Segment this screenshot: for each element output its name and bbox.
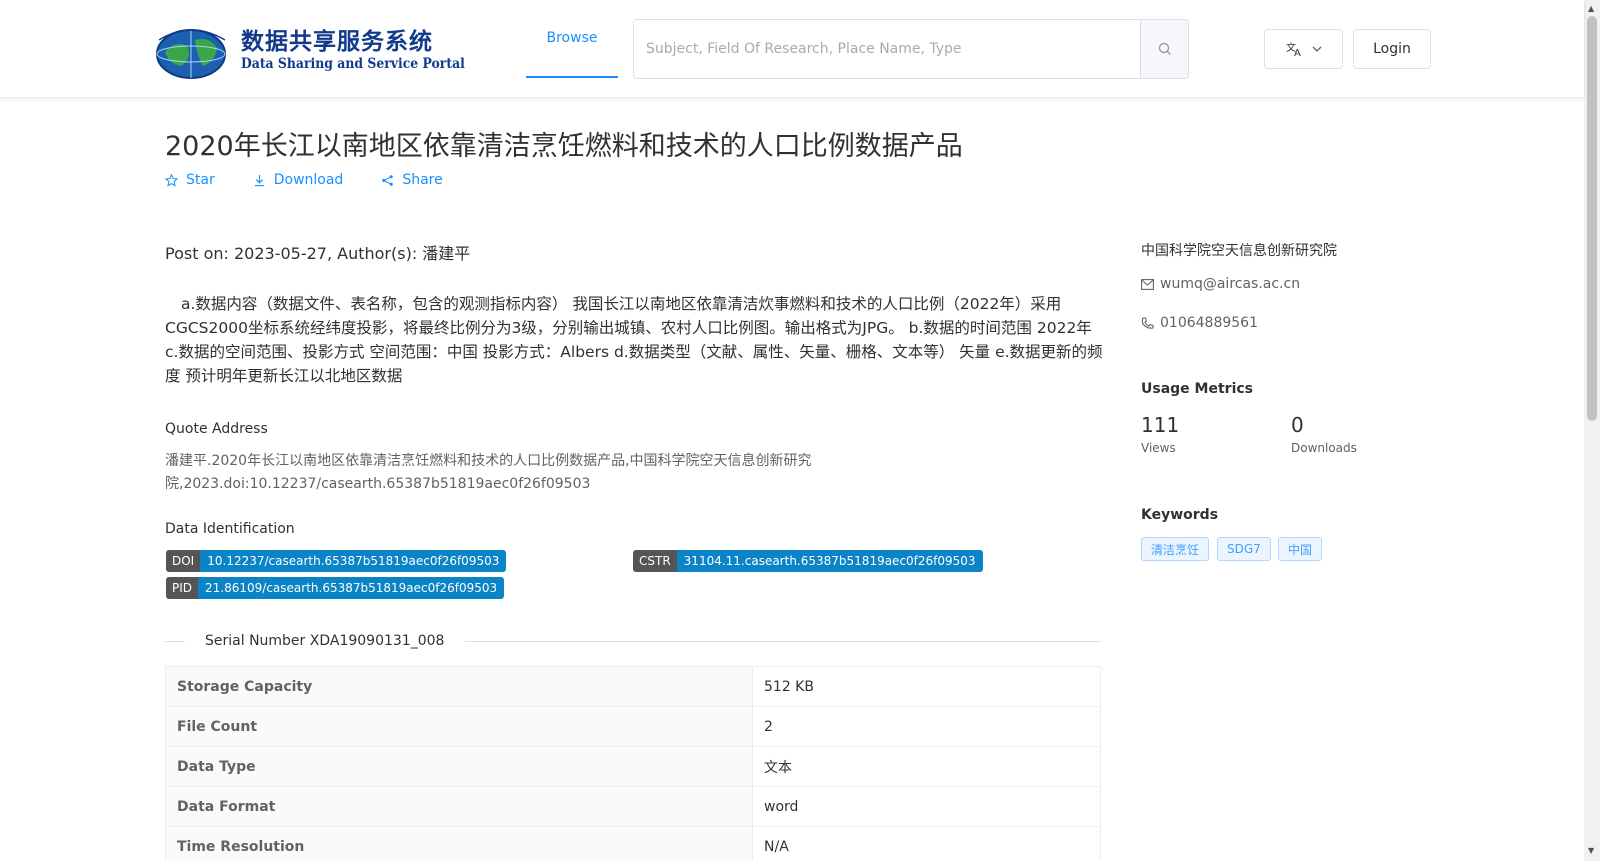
- pid-badge-value: 21.86109/casearth.65387b51819aec0f26f095…: [198, 577, 505, 599]
- property-key: Data Type: [165, 746, 753, 787]
- table-row: Data Format word: [165, 786, 1101, 827]
- keyword-tag[interactable]: SDG7: [1217, 537, 1271, 561]
- star-button[interactable]: Star: [165, 172, 215, 188]
- cstr-badge-value: 31104.11.casearth.65387b51819aec0f26f095…: [676, 550, 983, 572]
- star-icon: [165, 173, 178, 187]
- download-icon: [254, 174, 264, 186]
- property-value: N/A: [752, 826, 1101, 861]
- logo-chinese-text: 数据共享服务系统: [241, 29, 433, 55]
- scroll-up-arrow-icon[interactable]: ▲: [1588, 4, 1594, 13]
- scroll-down-arrow-icon[interactable]: ▼: [1588, 846, 1594, 855]
- usage-metrics-heading: Usage Metrics: [1141, 381, 1253, 397]
- email-text: wumq@aircas.ac.cn: [1160, 276, 1301, 292]
- search-bar: [633, 19, 1189, 79]
- doi-badge[interactable]: DOI 10.12237/casearth.65387b51819aec0f26…: [166, 550, 507, 572]
- table-row: Data Type 文本: [165, 746, 1101, 787]
- dataset-description: a.数据内容（数据文件、表名称，包含的观测指标内容） 我国长江以南地区依靠清洁炊…: [165, 295, 1103, 385]
- table-row: Time Resolution N/A: [165, 826, 1101, 861]
- views-count: 111: [1141, 413, 1180, 437]
- property-key: Time Resolution: [165, 826, 753, 861]
- dataset-title: 2020年长江以南地区依靠清洁烹饪燃料和技术的人口比例数据产品: [165, 131, 963, 162]
- divider-line-right: [465, 641, 1101, 642]
- post-info: Post on: 2023-05-27, Author(s): 潘建平: [165, 244, 471, 263]
- mail-icon: [1141, 278, 1154, 290]
- pid-badge[interactable]: PID 21.86109/casearth.65387b51819aec0f26…: [166, 577, 505, 599]
- share-icon: [382, 174, 394, 186]
- top-header: 数据共享服务系统 Data Sharing and Service Portal…: [0, 0, 1584, 98]
- keyword-tag[interactable]: 中国: [1278, 537, 1323, 561]
- property-value: 2: [752, 706, 1101, 747]
- phone-text: 01064889561: [1160, 315, 1258, 331]
- divider-line-left: [165, 641, 185, 642]
- property-value: 文本: [752, 746, 1101, 787]
- login-button[interactable]: Login: [1353, 29, 1431, 69]
- download-button[interactable]: Download: [253, 172, 344, 188]
- data-identification-heading: Data Identification: [165, 521, 295, 537]
- contact-email[interactable]: wumq@aircas.ac.cn: [1141, 276, 1300, 292]
- search-button[interactable]: [1140, 20, 1188, 78]
- share-label: Share: [402, 172, 443, 188]
- organization-name: 中国科学院空天信息创新研究院: [1141, 243, 1337, 259]
- property-value: 512 KB: [752, 666, 1101, 707]
- table-row: File Count 2: [165, 706, 1101, 747]
- pid-badge-key: PID: [166, 577, 199, 599]
- site-logo[interactable]: 数据共享服务系统 Data Sharing and Service Portal: [153, 18, 465, 80]
- logo-english-text: Data Sharing and Service Portal: [241, 56, 465, 72]
- views-metric: 111 Views: [1141, 413, 1179, 455]
- keywords-heading: Keywords: [1141, 507, 1219, 523]
- contact-phone: 01064889561: [1141, 315, 1258, 331]
- doi-badge-key: DOI: [166, 550, 201, 572]
- page-scrollbar[interactable]: ▲ ▼: [1584, 0, 1600, 861]
- chevron-down-icon: [1312, 46, 1321, 52]
- share-button[interactable]: Share: [381, 172, 443, 188]
- downloads-count: 0: [1291, 413, 1304, 437]
- page: 数据共享服务系统 Data Sharing and Service Portal…: [0, 0, 1600, 861]
- globe-logo-icon: [156, 29, 226, 79]
- dataset-actions: Star Download Share: [165, 172, 443, 188]
- views-label: Views: [1141, 441, 1176, 455]
- serial-number: Serial Number XDA19090131_008: [205, 633, 445, 649]
- cstr-badge-key: CSTR: [633, 550, 677, 572]
- keyword-tag[interactable]: 清洁烹饪: [1141, 537, 1210, 561]
- serial-number-divider: Serial Number XDA19090131_008: [165, 633, 1101, 649]
- scroll-thumb[interactable]: [1587, 16, 1597, 421]
- quote-address-heading: Quote Address: [165, 421, 268, 437]
- table-row: Storage Capacity 512 KB: [165, 666, 1101, 707]
- dataset-properties-table: Storage Capacity 512 KB File Count 2 Dat…: [165, 666, 1101, 861]
- property-key: Data Format: [165, 786, 753, 827]
- search-icon: [1158, 42, 1171, 55]
- cstr-badge[interactable]: CSTR 31104.11.casearth.65387b51819aec0f2…: [633, 550, 983, 572]
- language-switcher[interactable]: 文 A: [1264, 29, 1343, 69]
- nav-browse[interactable]: Browse: [526, 0, 618, 78]
- downloads-label: Downloads: [1291, 441, 1357, 455]
- property-key: File Count: [165, 706, 753, 747]
- property-value: word: [752, 786, 1101, 827]
- doi-badge-value: 10.12237/casearth.65387b51819aec0f26f095…: [200, 550, 507, 572]
- phone-icon: [1141, 316, 1154, 329]
- search-input[interactable]: [634, 20, 1140, 78]
- property-key: Storage Capacity: [165, 666, 753, 707]
- download-label: Download: [273, 172, 344, 188]
- quote-address-text: 潘建平.2020年长江以南地区依靠清洁烹饪燃料和技术的人口比例数据产品,中国科学…: [165, 453, 812, 492]
- translate-icon: 文 A: [1286, 41, 1301, 57]
- downloads-metric: 0 Downloads: [1291, 413, 1357, 455]
- svg-text:A: A: [1294, 48, 1301, 57]
- star-label: Star: [186, 172, 215, 188]
